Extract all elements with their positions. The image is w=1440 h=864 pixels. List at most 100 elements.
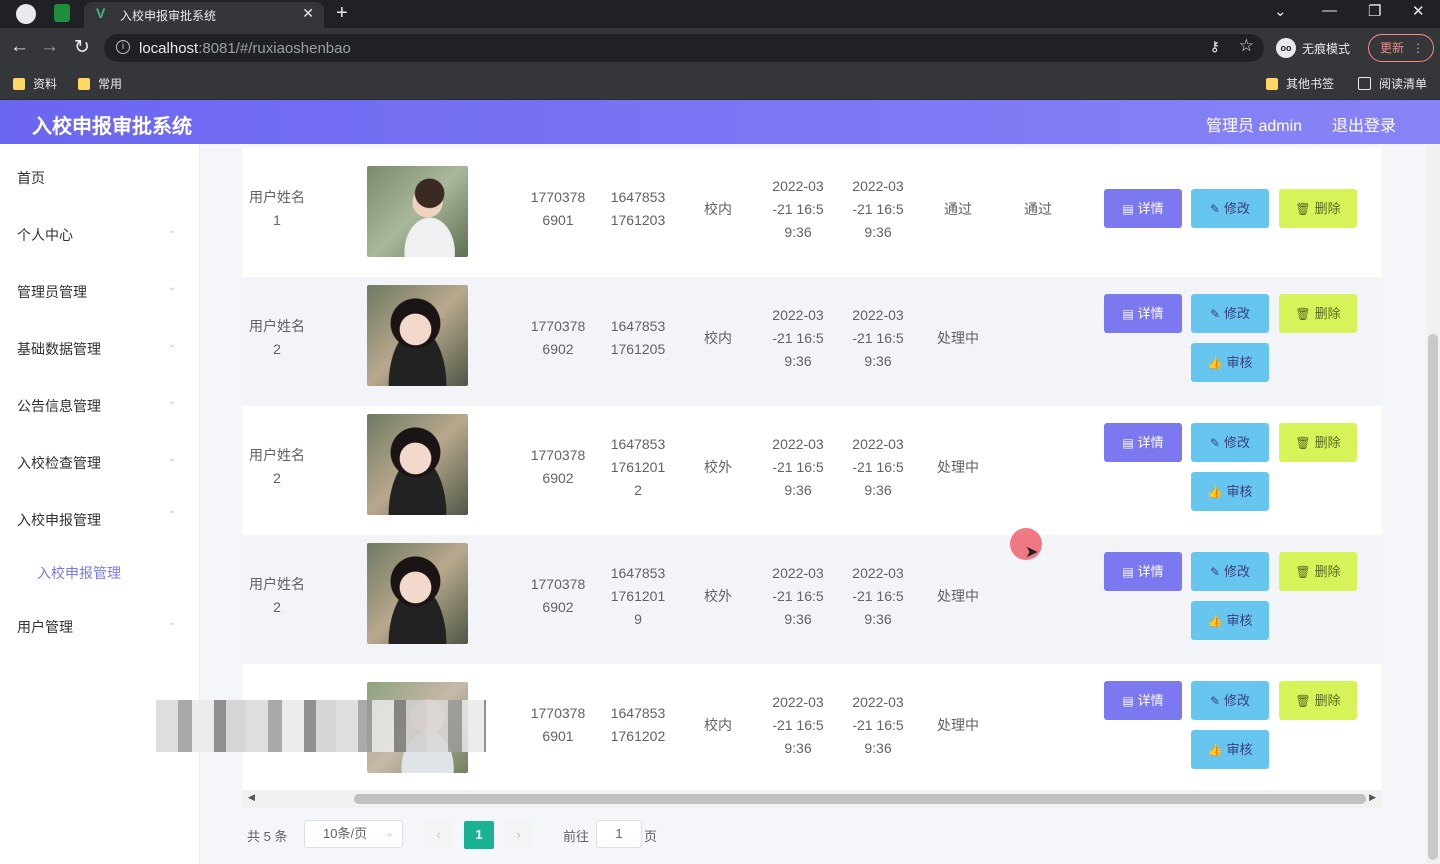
update-label: 更新: [1380, 41, 1405, 55]
mosaic-blur-overlay: [156, 700, 486, 752]
reading-list-icon: [1358, 77, 1371, 90]
user-photo: [367, 285, 468, 386]
sidebar-item-users[interactable]: 用户管理 ⌄: [0, 605, 200, 645]
cell-time2: 2022-03 -21 16:5 9:36: [852, 436, 904, 498]
cell-time2: 2022-03 -21 16:5 9:36: [852, 307, 904, 369]
edit-button[interactable]: ✎ 修改: [1191, 423, 1269, 462]
submenu-item-declare[interactable]: 入校申报管理: [0, 551, 200, 591]
table-row: 用户姓名 1 1770378 6901 1647853 1761203 校内 2…: [242, 148, 1382, 277]
update-button[interactable]: 更新 ⋮: [1368, 34, 1434, 62]
next-page-button[interactable]: ›: [504, 821, 533, 849]
cell-time1: 2022-03 -21 16:5 9:36: [772, 436, 824, 498]
bookmark-folder-1[interactable]: 常用: [78, 75, 122, 92]
prev-page-button[interactable]: ‹: [424, 821, 453, 849]
page-suffix: 页: [644, 829, 658, 844]
chevron-down-icon: ⌄: [168, 282, 177, 293]
detail-button[interactable]: ▤ 详情: [1104, 189, 1182, 228]
audit-button[interactable]: 👍 审核: [1191, 472, 1269, 511]
trash-icon: 🗑: [1295, 202, 1311, 216]
cell-phone: 1770378 6901: [530, 189, 586, 228]
url-field[interactable]: i localhost:8081/#/ruxiaoshenbao ⚷ ☆: [104, 34, 1264, 62]
tab-search-icon[interactable]: ⌄: [1274, 2, 1287, 20]
cell-time1: 2022-03 -21 16:5 9:36: [772, 178, 824, 240]
sidebar-item-declare[interactable]: 入校申报管理 ⌃: [0, 498, 200, 538]
detail-button[interactable]: ▤ 详情: [1104, 423, 1182, 462]
thumb-up-icon: 👍: [1207, 485, 1223, 499]
audit-button[interactable]: 👍 审核: [1191, 730, 1269, 769]
detail-button[interactable]: ▤ 详情: [1104, 552, 1182, 591]
sidebar-item-notices[interactable]: 公告信息管理 ⌄: [0, 384, 200, 424]
restore-icon[interactable]: ❐: [1368, 2, 1381, 20]
delete-button[interactable]: 🗑 删除: [1279, 552, 1357, 591]
edit-button[interactable]: ✎ 修改: [1191, 189, 1269, 228]
other-bookmarks[interactable]: 其他书签: [1266, 75, 1334, 92]
audit-button[interactable]: 👍 审核: [1191, 343, 1269, 382]
delete-button[interactable]: 🗑 删除: [1279, 189, 1357, 228]
cell-status: 处理中: [937, 588, 979, 604]
edit-button[interactable]: ✎ 修改: [1191, 681, 1269, 720]
page-size-select[interactable]: 10条/页 ⌄: [304, 820, 403, 848]
scroll-left-icon[interactable]: ◀: [248, 792, 255, 803]
pencil-icon: ✎: [1209, 202, 1221, 216]
browser-profile-icon[interactable]: [16, 4, 36, 24]
cell-code: 1647853 1761201 2: [610, 436, 666, 498]
trash-icon: 🗑: [1295, 436, 1311, 450]
active-tab[interactable]: V 入校申报审批系统 ✕: [84, 2, 324, 28]
password-key-icon[interactable]: ⚷: [1210, 38, 1220, 55]
sidebar-item-basedata[interactable]: 基础数据管理 ⌄: [0, 327, 200, 367]
pagination: 共 5 条 10条/页 ⌄ ‹ 1 › 前往 1 页: [242, 818, 942, 850]
sidebar-item-admins[interactable]: 管理员管理 ⌄: [0, 270, 200, 310]
edit-button[interactable]: ✎ 修改: [1191, 552, 1269, 591]
bookmark-folder-0[interactable]: 资料: [13, 75, 57, 92]
cell-phone: 1770378 6902: [530, 447, 586, 486]
incognito-label: 无痕模式: [1302, 41, 1351, 56]
vertical-scroll-thumb[interactable]: [1428, 334, 1438, 860]
cell-location: 校内: [704, 717, 732, 733]
reading-list[interactable]: 阅读清单: [1358, 75, 1427, 92]
new-tab-icon[interactable]: +: [336, 2, 348, 25]
horizontal-scrollbar[interactable]: ◀ ▶: [242, 790, 1382, 808]
detail-button[interactable]: ▤ 详情: [1104, 294, 1182, 333]
sidebar-item-checks[interactable]: 入校检查管理 ⌄: [0, 441, 200, 481]
incognito-indicator[interactable]: oo 无痕模式: [1276, 34, 1350, 62]
bookmark-star-icon[interactable]: ☆: [1239, 36, 1254, 56]
scroll-right-icon[interactable]: ▶: [1369, 792, 1376, 803]
goto-page-input[interactable]: 1: [596, 820, 642, 848]
site-info-icon[interactable]: i: [116, 40, 130, 54]
vue-logo-icon: V: [96, 5, 106, 21]
back-icon[interactable]: ←: [10, 36, 29, 58]
delete-button[interactable]: 🗑 删除: [1279, 423, 1357, 462]
cell-phone: 1770378 6902: [530, 318, 586, 357]
sheets-tab-icon[interactable]: [54, 4, 70, 22]
chevron-down-icon: ⌄: [168, 225, 177, 236]
cell-code: 1647853 1761201 9: [610, 565, 666, 627]
tab-close-icon[interactable]: ✕: [302, 5, 314, 22]
forward-icon[interactable]: →: [40, 36, 59, 58]
horizontal-scroll-thumb[interactable]: [354, 794, 1366, 804]
cell-time1: 2022-03 -21 16:5 9:36: [772, 307, 824, 369]
document-icon: ▤: [1122, 436, 1134, 450]
sidebar-item-home[interactable]: 首页: [0, 156, 200, 196]
detail-button[interactable]: ▤ 详情: [1104, 681, 1182, 720]
reload-icon[interactable]: ↻: [74, 36, 90, 59]
chevron-down-icon: ⌄: [168, 617, 177, 628]
folder-icon: [78, 77, 90, 90]
cell-time1: 2022-03 -21 16:5 9:36: [772, 565, 824, 627]
mouse-cursor-icon: ➤: [1025, 544, 1039, 561]
cell-status: 处理中: [937, 459, 979, 475]
delete-button[interactable]: 🗑 删除: [1279, 681, 1357, 720]
cell-location: 校外: [704, 459, 732, 475]
more-menu-icon[interactable]: ⋮: [1412, 35, 1424, 61]
page-number-current[interactable]: 1: [464, 821, 494, 849]
close-window-icon[interactable]: ✕: [1412, 2, 1425, 20]
admin-user: 管理员 admin: [1206, 118, 1303, 135]
logout-link[interactable]: 退出登录: [1332, 112, 1396, 136]
edit-button[interactable]: ✎ 修改: [1191, 294, 1269, 333]
vertical-scrollbar[interactable]: [1426, 144, 1440, 864]
cell-status: 处理中: [937, 330, 979, 346]
delete-button[interactable]: 🗑 删除: [1279, 294, 1357, 333]
audit-button[interactable]: 👍 审核: [1191, 601, 1269, 640]
folder-icon: [13, 77, 25, 90]
minimize-icon[interactable]: —: [1322, 2, 1337, 19]
sidebar-item-profile[interactable]: 个人中心 ⌄: [0, 213, 200, 253]
